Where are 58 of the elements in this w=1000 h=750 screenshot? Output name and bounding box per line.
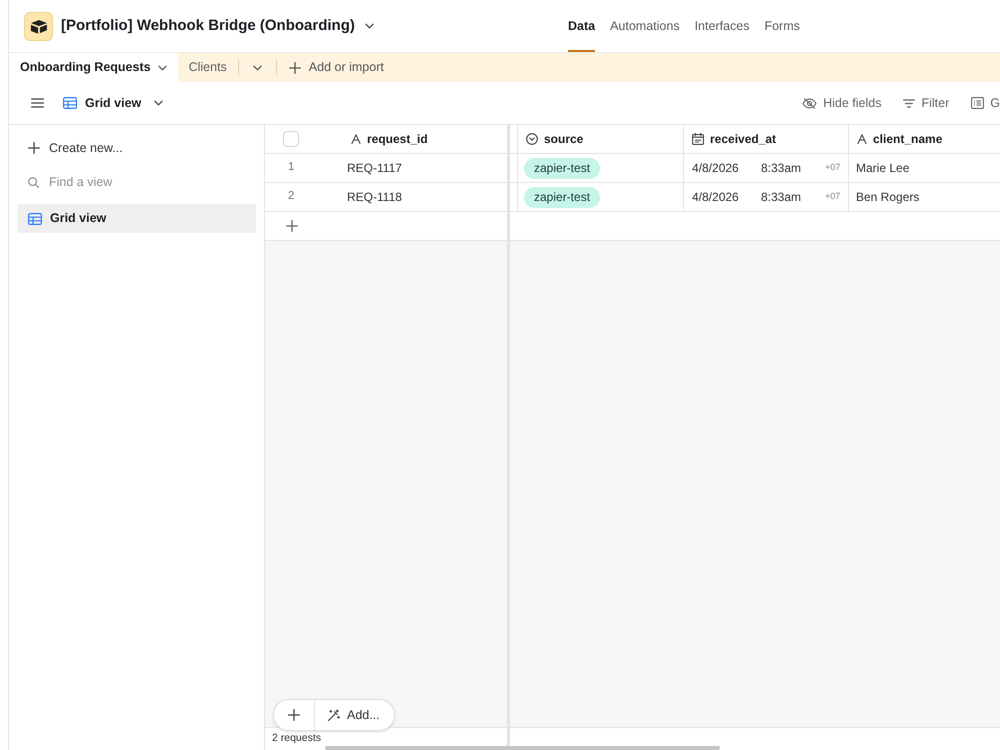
- caret-icon: [158, 64, 167, 70]
- select-all-checkbox[interactable]: [283, 131, 299, 147]
- view-item[interactable]: Grid view: [17, 204, 256, 233]
- plus-icon: [288, 62, 301, 74]
- calendar-icon: [692, 133, 704, 145]
- caret-icon: [252, 64, 262, 70]
- date-text: 4/8/2026: [692, 189, 740, 206]
- add-menu-button[interactable]: Add...: [315, 700, 394, 730]
- add-or-import-button[interactable]: Add or import: [276, 53, 384, 82]
- column-header[interactable]: request_id: [340, 125, 507, 153]
- text-type-icon: [857, 134, 867, 144]
- menu-icon: [31, 98, 44, 108]
- list-icon: [971, 97, 984, 109]
- nav-tab[interactable]: Forms: [764, 0, 800, 52]
- search-icon: [28, 176, 39, 188]
- plus-icon: [286, 220, 298, 232]
- date-text: 4/8/2026: [692, 160, 740, 177]
- time-text: 8:33am: [761, 189, 802, 206]
- filter-button[interactable]: Filter: [903, 94, 950, 112]
- magic-wand-icon: [327, 708, 340, 722]
- caret-icon: [154, 100, 164, 106]
- view-switcher-button[interactable]: Grid view: [63, 94, 164, 112]
- eye-slash-icon: [802, 98, 818, 108]
- nav-tab[interactable]: Automations: [610, 0, 680, 52]
- grid-icon: [28, 212, 42, 224]
- table-cell-text: REQ-1118: [346, 189, 403, 206]
- table-cell: Ben Rogers: [848, 183, 1000, 211]
- column-header[interactable]: received_at: [683, 125, 848, 153]
- row-number: 2: [288, 189, 294, 204]
- column-header[interactable]: source: [517, 125, 683, 153]
- source-tag: zapier-test: [524, 186, 600, 208]
- timezone-text: +07: [825, 190, 840, 204]
- add-row-button[interactable]: [285, 219, 299, 233]
- toolbar-button[interactable]: G: [971, 94, 1000, 112]
- filter-icon: [903, 98, 916, 108]
- table-cell: Marie Lee: [848, 154, 1000, 182]
- create-new-button[interactable]: Create new...: [17, 134, 123, 162]
- find-view-field[interactable]: Find a view: [49, 171, 249, 193]
- column-header[interactable]: client_name: [848, 125, 1000, 153]
- row-number: 1: [288, 160, 294, 176]
- box-logo-icon[interactable]: [24, 12, 53, 40]
- timezone-text: +07: [825, 161, 840, 174]
- source-tag: zapier-test: [524, 158, 600, 178]
- caret-icon: [364, 23, 374, 29]
- base-title-button[interactable]: [Portfolio] Webhook Bridge (Onboarding): [61, 14, 374, 38]
- table-cell-text: REQ-1117: [346, 160, 403, 177]
- dropdown-type-icon: [526, 133, 538, 145]
- grid-icon: [63, 97, 77, 109]
- horizontal-scrollbar[interactable]: [325, 746, 720, 750]
- nav-tab[interactable]: Interfaces: [694, 0, 750, 52]
- plus-icon: [28, 142, 40, 154]
- hide-fields-button[interactable]: Hide fields: [802, 94, 882, 112]
- table-tab[interactable]: Onboarding Requests: [9, 53, 178, 82]
- plus-icon: [288, 709, 300, 721]
- text-type-icon: [351, 134, 361, 144]
- record-count: 2 requests: [272, 731, 322, 746]
- table-tab[interactable]: Clients: [178, 53, 238, 82]
- time-text: 8:33am: [761, 160, 802, 177]
